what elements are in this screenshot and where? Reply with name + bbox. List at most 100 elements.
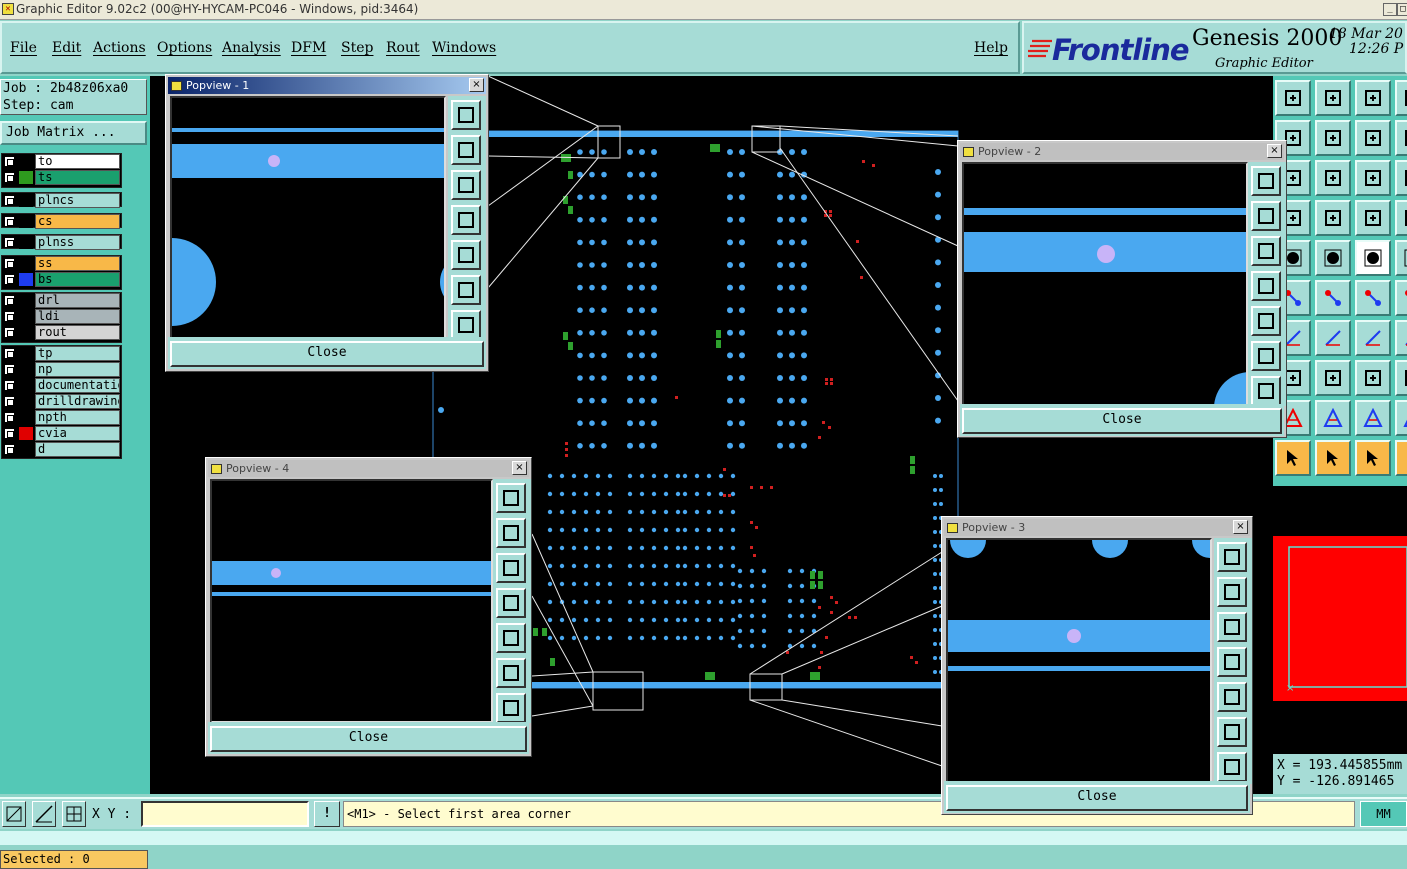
line-point-icon[interactable]: [1315, 320, 1351, 356]
select-pointer-box-icon[interactable]: [1315, 440, 1351, 476]
layer-row[interactable]: d: [2, 442, 120, 457]
triangle-plus-icon[interactable]: [1395, 400, 1407, 436]
cross-icon[interactable]: [1315, 280, 1351, 316]
overview-map[interactable]: ×: [1273, 486, 1407, 754]
menu-file[interactable]: File: [10, 40, 37, 56]
zoom-home-icon[interactable]: [496, 483, 526, 513]
arrow-node-icon[interactable]: [1355, 280, 1391, 316]
ruler-icon[interactable]: [1355, 240, 1391, 276]
layer-row[interactable]: documentation: [2, 378, 120, 393]
layer-row[interactable]: np: [2, 362, 120, 377]
popview-canvas[interactable]: [170, 96, 446, 340]
zoom-back-icon[interactable]: [1355, 120, 1391, 156]
zoom-home-icon[interactable]: [1217, 542, 1247, 572]
minimize-button[interactable]: _: [1383, 3, 1397, 16]
layer-name[interactable]: drl: [35, 293, 120, 308]
layer-checkbox[interactable]: [4, 396, 15, 407]
zoom-fit-icon[interactable]: [1217, 717, 1247, 747]
zoom-home-icon[interactable]: [1275, 80, 1311, 116]
layer-name[interactable]: npth: [35, 410, 120, 425]
zoom-out-icon[interactable]: [451, 170, 481, 200]
pan-right-icon[interactable]: [1251, 306, 1281, 336]
layer-checkbox[interactable]: [4, 311, 15, 322]
menu-actions[interactable]: Actions: [93, 40, 146, 56]
grid-icon[interactable]: [62, 801, 86, 827]
popview-close-button[interactable]: Close: [170, 341, 484, 367]
layer-checkbox[interactable]: [4, 258, 15, 269]
curve-icon[interactable]: [1395, 320, 1407, 356]
pan-right-icon[interactable]: [451, 240, 481, 270]
zoom-in-icon[interactable]: [496, 518, 526, 548]
layer-checkbox[interactable]: [4, 156, 15, 167]
popview-title-bar[interactable]: Popview - 4 ×: [208, 460, 529, 477]
layer-checkbox[interactable]: [4, 274, 15, 285]
layer-checkbox[interactable]: [4, 412, 15, 423]
zoom-home-icon[interactable]: [1251, 166, 1281, 196]
layer-checkbox[interactable]: [4, 172, 15, 183]
layer-row[interactable]: to: [2, 154, 120, 169]
layer-checkbox[interactable]: [4, 364, 15, 375]
arc-icon[interactable]: [1355, 320, 1391, 356]
layer-checkbox[interactable]: [4, 327, 15, 338]
popview-close-button[interactable]: Close: [946, 785, 1248, 811]
zoom-out-icon[interactable]: [1217, 612, 1247, 642]
zoom-center-icon[interactable]: [1217, 752, 1247, 782]
zoom-in-icon[interactable]: [1315, 80, 1351, 116]
zoom-fit-icon[interactable]: [1251, 341, 1281, 371]
layer-checkbox[interactable]: [4, 295, 15, 306]
select-pointer-area-icon[interactable]: [1355, 440, 1391, 476]
select-extra-icon[interactable]: [1395, 440, 1407, 476]
layer-checkbox[interactable]: [4, 237, 15, 248]
popview-close-button[interactable]: Close: [962, 408, 1282, 434]
popview-window[interactable]: Popview - 1 × Close: [165, 74, 489, 372]
units-button[interactable]: MM: [1360, 801, 1407, 827]
layer-row[interactable]: npth: [2, 410, 120, 425]
layer-name[interactable]: bs: [35, 272, 120, 287]
layer-name[interactable]: ss: [35, 256, 120, 271]
popview-close-icon[interactable]: ×: [1267, 144, 1282, 158]
menu-edit[interactable]: Edit: [52, 40, 81, 56]
grid-icon[interactable]: [1395, 200, 1407, 236]
layer-checkbox[interactable]: [4, 380, 15, 391]
connect-icon[interactable]: [1315, 200, 1351, 236]
menu-dfm[interactable]: DFM: [291, 40, 326, 56]
zoom-in-icon[interactable]: [451, 135, 481, 165]
popview-window[interactable]: Popview - 2 × Close: [957, 140, 1287, 438]
zoom-out-icon[interactable]: [1251, 236, 1281, 266]
zoom-center-icon[interactable]: [451, 310, 481, 340]
layer-row[interactable]: drilldrawing: [2, 394, 120, 409]
menu-options[interactable]: Options: [157, 40, 212, 56]
popview-title-bar[interactable]: Popview - 2 ×: [960, 143, 1284, 160]
slash-icon[interactable]: [1395, 280, 1407, 316]
popview-canvas[interactable]: [210, 479, 493, 723]
scale-1to2-icon[interactable]: [1355, 160, 1391, 196]
zoom-center-icon[interactable]: [496, 693, 526, 723]
layer-name[interactable]: tp: [35, 346, 120, 361]
layer-name[interactable]: ts: [35, 170, 120, 185]
popview-title-bar[interactable]: Popview - 1 ×: [168, 77, 486, 94]
pan-left-icon[interactable]: [451, 205, 481, 235]
component-icon[interactable]: [1355, 200, 1391, 236]
layer-name[interactable]: np: [35, 362, 120, 377]
zoom-fit-icon[interactable]: [496, 658, 526, 688]
pan-right-icon[interactable]: [1315, 120, 1351, 156]
menu-help[interactable]: Help: [974, 40, 1008, 56]
line-icon[interactable]: [1395, 240, 1407, 276]
zoom-center-icon[interactable]: [1251, 376, 1281, 406]
tag-icon[interactable]: [1395, 360, 1407, 396]
menu-windows[interactable]: Windows: [432, 40, 496, 56]
popview-close-icon[interactable]: ×: [1233, 520, 1248, 534]
layer-name[interactable]: cvia: [35, 426, 120, 441]
zoom-home-icon[interactable]: [451, 100, 481, 130]
layer-checkbox[interactable]: [4, 348, 15, 359]
letter-a-outline-icon[interactable]: [1355, 400, 1391, 436]
maximize-button[interactable]: □: [1397, 3, 1407, 16]
popview-canvas[interactable]: [946, 538, 1212, 784]
pan-right-icon[interactable]: [496, 623, 526, 653]
zoom-fit-icon[interactable]: [1395, 120, 1407, 156]
popview-close-icon[interactable]: ×: [512, 461, 527, 475]
snap-icon[interactable]: [2, 801, 26, 827]
xy-input[interactable]: [141, 801, 309, 827]
layer-name[interactable]: cs: [35, 214, 120, 229]
pan-right-icon[interactable]: [1217, 682, 1247, 712]
